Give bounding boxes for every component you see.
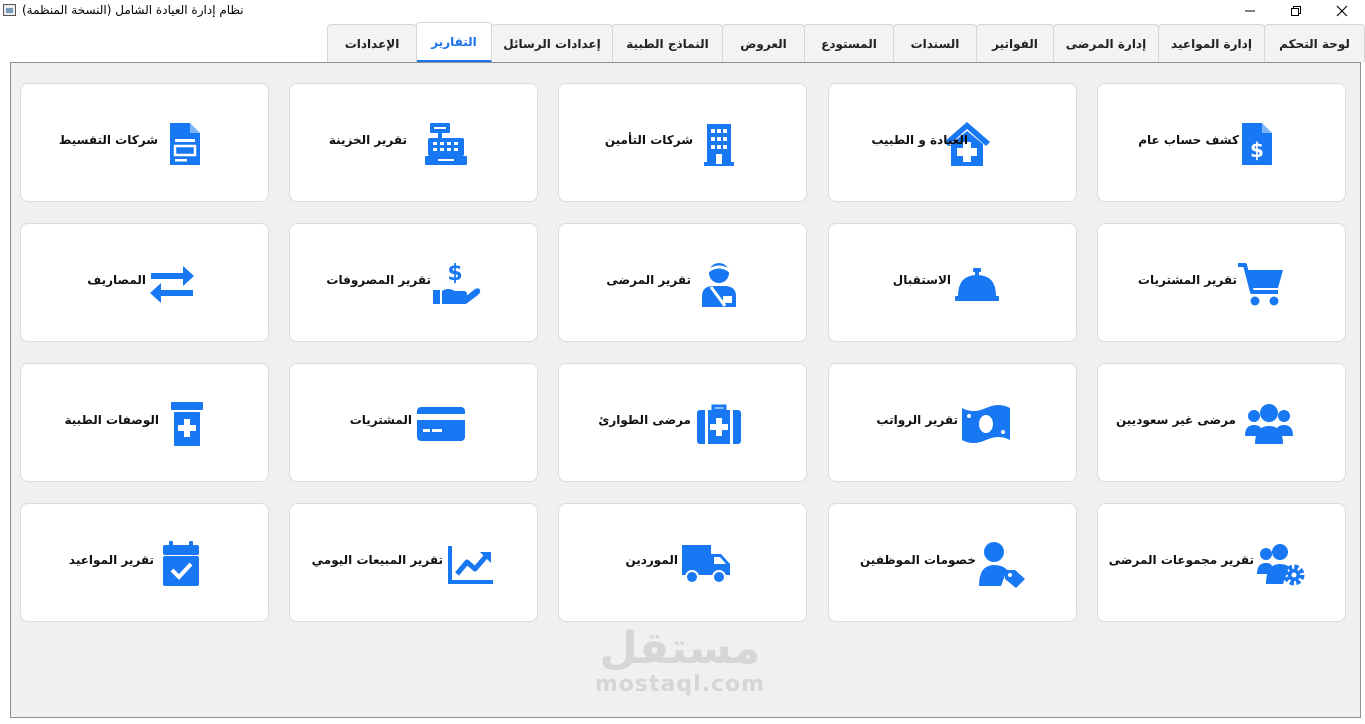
tab-reports[interactable]: التقارير: [416, 22, 492, 63]
report-card-label: شركات التأمين: [604, 133, 693, 147]
report-card-daily-sales[interactable]: تقرير المبيعات اليومي: [289, 503, 538, 622]
tab-settings[interactable]: الإعدادات: [327, 24, 417, 62]
users-icon: [1244, 400, 1294, 448]
tab-offers[interactable]: العروض: [722, 24, 805, 62]
document-list-icon: [161, 120, 211, 168]
tab-warehouse[interactable]: المستودع: [804, 24, 894, 62]
svg-text:$: $: [447, 261, 462, 286]
report-card-label: الموردين: [625, 553, 678, 567]
report-card-label: المصاريف: [87, 273, 146, 287]
invoice-dollar-icon: $: [1232, 120, 1282, 168]
tab-vouchers[interactable]: السندات: [893, 24, 977, 62]
report-card-installment-companies[interactable]: شركات التقسيط: [20, 83, 269, 202]
reports-panel: $ كشف حساب عام العيادة و الطبيب شركات ال…: [10, 62, 1361, 718]
restore-button[interactable]: [1273, 0, 1319, 22]
report-card-salaries[interactable]: تقرير الرواتب: [828, 363, 1077, 482]
watermark: مستقل mostaql.com: [580, 625, 780, 697]
report-card-label: تقرير مجموعات المرضى: [1108, 553, 1254, 567]
cart-icon: [1236, 260, 1286, 308]
tab-message-settings[interactable]: إعدادات الرسائل: [491, 24, 613, 62]
report-card-label: تقرير المبيعات اليومي: [311, 553, 443, 567]
report-card-treasury[interactable]: تقرير الخزينة: [289, 83, 538, 202]
app-icon: [3, 4, 16, 16]
tab-invoices[interactable]: الفواتير: [976, 24, 1054, 62]
watermark-logo: مستقل: [599, 623, 761, 674]
report-card-emergency-patients[interactable]: مرضى الطوارئ: [558, 363, 807, 482]
prescription-bottle-icon: [162, 400, 212, 448]
hand-dollar-icon: $: [431, 260, 481, 308]
tab-patients[interactable]: إدارة المرضى: [1053, 24, 1159, 62]
window-title: نظام إدارة العيادة الشامل (النسخة المنظم…: [22, 3, 244, 17]
report-card-label: شركات التقسيط: [58, 133, 158, 147]
report-card-patients-report[interactable]: تقرير المرضى: [558, 223, 807, 342]
minimize-icon: [1245, 10, 1255, 12]
tab-dashboard[interactable]: لوحة التحكم: [1264, 24, 1365, 62]
report-card-expenses-report[interactable]: $ تقرير المصروفات: [289, 223, 538, 342]
report-card-suppliers[interactable]: الموردين: [558, 503, 807, 622]
report-card-general-statement[interactable]: $ كشف حساب عام: [1097, 83, 1346, 202]
report-card-label: الاستقبال: [892, 273, 951, 287]
credit-card-icon: [416, 400, 466, 448]
report-card-label: تقرير المصروفات: [326, 273, 431, 287]
close-icon: [1336, 5, 1348, 17]
report-card-insurance-companies[interactable]: شركات التأمين: [558, 83, 807, 202]
building-icon: [694, 120, 744, 168]
report-card-appointments[interactable]: تقرير المواعيد: [20, 503, 269, 622]
report-card-label: تقرير المرضى: [606, 273, 691, 287]
cash-register-icon: [421, 120, 471, 168]
main-tab-strip: لوحة التحكم إدارة المواعيد إدارة المرضى …: [0, 22, 1365, 63]
medkit-icon: [694, 400, 744, 448]
report-card-label: تقرير المشتريات: [1137, 273, 1237, 287]
report-card-purchases[interactable]: المشتريات: [289, 363, 538, 482]
report-card-label: العيادة و الطبيب: [871, 133, 968, 147]
report-card-label: تقرير الرواتب: [876, 413, 958, 427]
report-card-label: مرضى غير سعوديين: [1115, 413, 1236, 427]
watermark-url: mostaql.com: [594, 672, 766, 697]
report-card-purchases-report[interactable]: تقرير المشتريات: [1097, 223, 1346, 342]
restore-icon: [1291, 6, 1301, 16]
injured-patient-icon: [694, 260, 744, 308]
users-gear-icon: [1256, 540, 1306, 588]
minimize-button[interactable]: [1227, 0, 1273, 22]
report-card-expenses[interactable]: المصاريف: [20, 223, 269, 342]
money-bill-icon: [961, 400, 1011, 448]
user-tag-icon: [977, 540, 1027, 588]
tab-medical-forms[interactable]: النماذج الطبية: [612, 24, 723, 62]
report-card-employee-discounts[interactable]: خصومات الموظفين: [828, 503, 1077, 622]
report-card-clinic-doctor[interactable]: العيادة و الطبيب: [828, 83, 1077, 202]
report-card-non-saudi-patients[interactable]: مرضى غير سعوديين: [1097, 363, 1346, 482]
report-card-reception[interactable]: الاستقبال: [828, 223, 1077, 342]
report-card-label: تقرير المواعيد: [68, 553, 154, 567]
report-card-label: الوصفات الطبية: [64, 413, 160, 427]
title-bar: نظام إدارة العيادة الشامل (النسخة المنظم…: [0, 0, 1365, 22]
svg-text:$: $: [1250, 138, 1264, 162]
report-card-label: المشتريات: [349, 413, 412, 427]
calendar-check-icon: [156, 540, 206, 588]
truck-icon: [681, 540, 731, 588]
exchange-arrows-icon: [147, 260, 197, 308]
report-card-label: تقرير الخزينة: [328, 133, 407, 147]
report-card-label: مرضى الطوارئ: [598, 413, 691, 427]
report-card-label: كشف حساب عام: [1138, 133, 1239, 147]
report-card-patient-groups[interactable]: تقرير مجموعات المرضى: [1097, 503, 1346, 622]
tab-appointments[interactable]: إدارة المواعيد: [1158, 24, 1265, 62]
report-card-prescriptions[interactable]: الوصفات الطبية: [20, 363, 269, 482]
service-bell-icon: [952, 260, 1002, 308]
chart-line-icon: [446, 540, 496, 588]
close-button[interactable]: [1319, 0, 1365, 22]
report-card-label: خصومات الموظفين: [860, 553, 976, 567]
